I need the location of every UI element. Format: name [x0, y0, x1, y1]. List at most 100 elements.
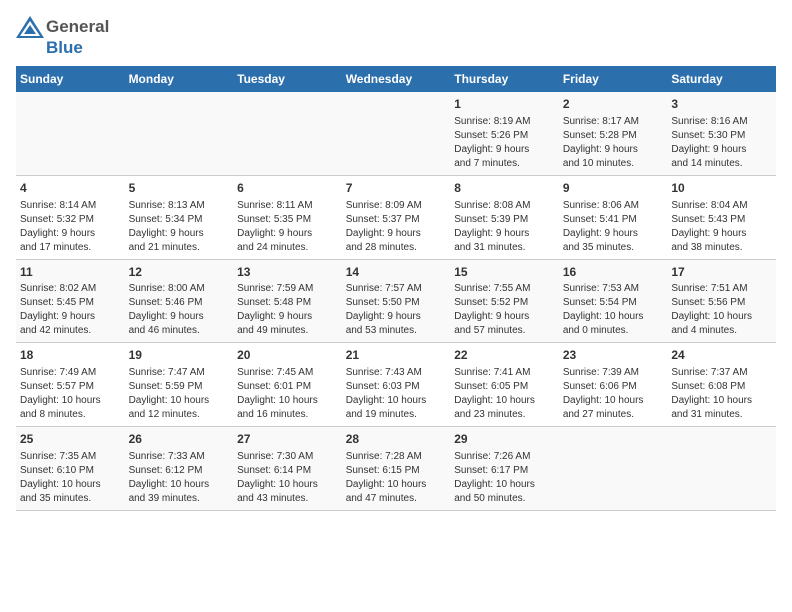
day-number: 5 — [129, 180, 230, 197]
day-info: Sunrise: 8:19 AM Sunset: 5:26 PM Dayligh… — [454, 115, 555, 171]
logo: General Blue — [16, 16, 109, 58]
day-info: Sunrise: 7:59 AM Sunset: 5:48 PM Dayligh… — [237, 282, 338, 338]
calendar-cell: 17Sunrise: 7:51 AM Sunset: 5:56 PM Dayli… — [667, 259, 776, 343]
day-number: 4 — [20, 180, 121, 197]
day-info: Sunrise: 8:17 AM Sunset: 5:28 PM Dayligh… — [563, 115, 664, 171]
day-info: Sunrise: 8:00 AM Sunset: 5:46 PM Dayligh… — [129, 282, 230, 338]
calendar-cell — [342, 92, 451, 175]
day-info: Sunrise: 8:11 AM Sunset: 5:35 PM Dayligh… — [237, 199, 338, 255]
calendar-cell: 15Sunrise: 7:55 AM Sunset: 5:52 PM Dayli… — [450, 259, 559, 343]
day-number: 26 — [129, 431, 230, 448]
calendar-cell: 11Sunrise: 8:02 AM Sunset: 5:45 PM Dayli… — [16, 259, 125, 343]
day-number: 21 — [346, 347, 447, 364]
weekday-header-row: SundayMondayTuesdayWednesdayThursdayFrid… — [16, 66, 776, 92]
calendar-cell: 18 Sunrise: 7:49 AM Sunset: 5:57 PM Dayli… — [16, 343, 125, 427]
calendar-cell: 12Sunrise: 8:00 AM Sunset: 5:46 PM Dayli… — [125, 259, 234, 343]
day-info: Sunrise: 7:51 AM Sunset: 5:56 PM Dayligh… — [671, 282, 772, 338]
day-info: Sunrise: 7:33 AM Sunset: 6:12 PM Dayligh… — [129, 450, 230, 506]
header: General Blue — [16, 16, 776, 58]
day-info: Sunrise: 7:35 AM Sunset: 6:10 PM Dayligh… — [20, 450, 121, 506]
calendar-cell: 9 Sunrise: 8:06 AM Sunset: 5:41 PM Daylig… — [559, 175, 668, 259]
calendar-cell: 21 Sunrise: 7:43 AM Sunset: 6:03 PM Dayli… — [342, 343, 451, 427]
calendar-cell: 29 Sunrise: 7:26 AM Sunset: 6:17 PM Dayli… — [450, 427, 559, 511]
weekday-header-tuesday: Tuesday — [233, 66, 342, 92]
day-info: Sunrise: 8:14 AM Sunset: 5:32 PM Dayligh… — [20, 199, 121, 255]
calendar-cell: 28 Sunrise: 7:28 AM Sunset: 6:15 PM Dayli… — [342, 427, 451, 511]
calendar-cell — [667, 427, 776, 511]
day-number: 29 — [454, 431, 555, 448]
calendar-cell — [125, 92, 234, 175]
calendar-cell: 1 Sunrise: 8:19 AM Sunset: 5:26 PM Daylig… — [450, 92, 559, 175]
day-number: 28 — [346, 431, 447, 448]
calendar-cell: 27 Sunrise: 7:30 AM Sunset: 6:14 PM Dayli… — [233, 427, 342, 511]
calendar-cell: 7 Sunrise: 8:09 AM Sunset: 5:37 PM Daylig… — [342, 175, 451, 259]
calendar-cell: 22 Sunrise: 7:41 AM Sunset: 6:05 PM Dayli… — [450, 343, 559, 427]
calendar-cell: 23 Sunrise: 7:39 AM Sunset: 6:06 PM Dayli… — [559, 343, 668, 427]
day-info: Sunrise: 8:09 AM Sunset: 5:37 PM Dayligh… — [346, 199, 447, 255]
calendar-week-1: 1 Sunrise: 8:19 AM Sunset: 5:26 PM Daylig… — [16, 92, 776, 175]
calendar-cell — [559, 427, 668, 511]
calendar-cell: 19Sunrise: 7:47 AM Sunset: 5:59 PM Dayli… — [125, 343, 234, 427]
calendar-cell — [16, 92, 125, 175]
day-number: 25 — [20, 431, 121, 448]
day-number: 18 — [20, 347, 121, 364]
day-info: Sunrise: 7:43 AM Sunset: 6:03 PM Dayligh… — [346, 366, 447, 422]
calendar-cell: 14Sunrise: 7:57 AM Sunset: 5:50 PM Dayli… — [342, 259, 451, 343]
day-number: 23 — [563, 347, 664, 364]
day-info: Sunrise: 7:28 AM Sunset: 6:15 PM Dayligh… — [346, 450, 447, 506]
day-info: Sunrise: 7:55 AM Sunset: 5:52 PM Dayligh… — [454, 282, 555, 338]
day-info: Sunrise: 8:08 AM Sunset: 5:39 PM Dayligh… — [454, 199, 555, 255]
day-number: 16 — [563, 264, 664, 281]
calendar-cell: 26 Sunrise: 7:33 AM Sunset: 6:12 PM Dayli… — [125, 427, 234, 511]
calendar-cell: 16Sunrise: 7:53 AM Sunset: 5:54 PM Dayli… — [559, 259, 668, 343]
day-info: Sunrise: 7:26 AM Sunset: 6:17 PM Dayligh… — [454, 450, 555, 506]
day-info: Sunrise: 8:13 AM Sunset: 5:34 PM Dayligh… — [129, 199, 230, 255]
day-number: 11 — [20, 264, 121, 281]
logo-icon — [16, 16, 44, 38]
calendar-cell: 2 Sunrise: 8:17 AM Sunset: 5:28 PM Daylig… — [559, 92, 668, 175]
day-number: 8 — [454, 180, 555, 197]
weekday-header-wednesday: Wednesday — [342, 66, 451, 92]
day-number: 7 — [346, 180, 447, 197]
calendar-week-3: 11Sunrise: 8:02 AM Sunset: 5:45 PM Dayli… — [16, 259, 776, 343]
day-number: 13 — [237, 264, 338, 281]
weekday-header-saturday: Saturday — [667, 66, 776, 92]
day-info: Sunrise: 7:30 AM Sunset: 6:14 PM Dayligh… — [237, 450, 338, 506]
day-info: Sunrise: 7:57 AM Sunset: 5:50 PM Dayligh… — [346, 282, 447, 338]
day-info: Sunrise: 7:41 AM Sunset: 6:05 PM Dayligh… — [454, 366, 555, 422]
logo-general-text: General — [46, 17, 109, 37]
day-number: 20 — [237, 347, 338, 364]
day-number: 14 — [346, 264, 447, 281]
weekday-header-sunday: Sunday — [16, 66, 125, 92]
day-info: Sunrise: 7:39 AM Sunset: 6:06 PM Dayligh… — [563, 366, 664, 422]
calendar-cell: 3Sunrise: 8:16 AM Sunset: 5:30 PM Daylig… — [667, 92, 776, 175]
calendar-week-4: 18 Sunrise: 7:49 AM Sunset: 5:57 PM Dayli… — [16, 343, 776, 427]
day-info: Sunrise: 7:45 AM Sunset: 6:01 PM Dayligh… — [237, 366, 338, 422]
day-info: Sunrise: 8:16 AM Sunset: 5:30 PM Dayligh… — [671, 115, 772, 171]
weekday-header-monday: Monday — [125, 66, 234, 92]
calendar-cell: 4 Sunrise: 8:14 AM Sunset: 5:32 PM Daylig… — [16, 175, 125, 259]
day-info: Sunrise: 8:06 AM Sunset: 5:41 PM Dayligh… — [563, 199, 664, 255]
day-info: Sunrise: 7:53 AM Sunset: 5:54 PM Dayligh… — [563, 282, 664, 338]
day-number: 17 — [671, 264, 772, 281]
weekday-header-thursday: Thursday — [450, 66, 559, 92]
day-number: 2 — [563, 96, 664, 113]
logo-blue-text: Blue — [46, 38, 83, 58]
day-number: 9 — [563, 180, 664, 197]
calendar-week-2: 4 Sunrise: 8:14 AM Sunset: 5:32 PM Daylig… — [16, 175, 776, 259]
calendar-cell: 20 Sunrise: 7:45 AM Sunset: 6:01 PM Dayli… — [233, 343, 342, 427]
calendar-table: SundayMondayTuesdayWednesdayThursdayFrid… — [16, 66, 776, 511]
calendar-cell: 8 Sunrise: 8:08 AM Sunset: 5:39 PM Daylig… — [450, 175, 559, 259]
calendar-cell: 5 Sunrise: 8:13 AM Sunset: 5:34 PM Daylig… — [125, 175, 234, 259]
day-number: 1 — [454, 96, 555, 113]
calendar-cell: 24Sunrise: 7:37 AM Sunset: 6:08 PM Dayli… — [667, 343, 776, 427]
day-info: Sunrise: 7:47 AM Sunset: 5:59 PM Dayligh… — [129, 366, 230, 422]
calendar-cell — [233, 92, 342, 175]
day-number: 22 — [454, 347, 555, 364]
day-number: 27 — [237, 431, 338, 448]
calendar-cell: 25 Sunrise: 7:35 AM Sunset: 6:10 PM Dayli… — [16, 427, 125, 511]
day-number: 6 — [237, 180, 338, 197]
day-info: Sunrise: 7:49 AM Sunset: 5:57 PM Dayligh… — [20, 366, 121, 422]
calendar-cell: 13Sunrise: 7:59 AM Sunset: 5:48 PM Dayli… — [233, 259, 342, 343]
day-info: Sunrise: 7:37 AM Sunset: 6:08 PM Dayligh… — [671, 366, 772, 422]
